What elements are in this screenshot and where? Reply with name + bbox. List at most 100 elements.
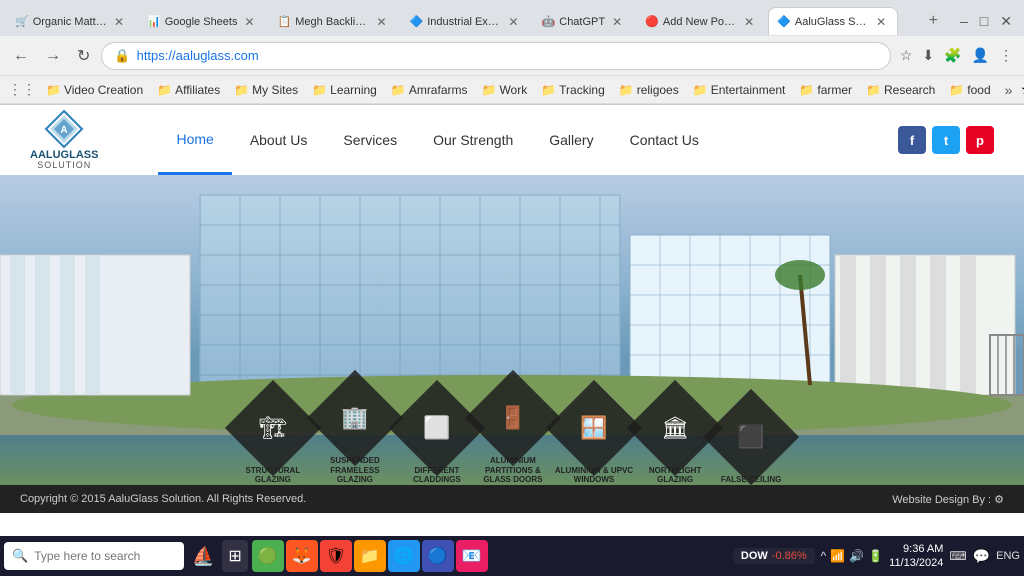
bookmark-entertainment[interactable]: 📁Entertainment [687,81,792,99]
downloads-button[interactable]: ⬇ [919,44,937,67]
social-icons: f t p [898,126,994,154]
tab-1[interactable]: 🛒 Organic Mattre… ✕ [6,7,136,35]
nav-about-us[interactable]: About Us [232,105,326,175]
tab-5[interactable]: 🤖 ChatGPT ✕ [533,7,635,35]
footer-copyright: Copyright © 2015 AaluGlass Solution. All… [20,493,306,505]
bookmarks-more-button[interactable]: » [1001,82,1017,98]
tab-close-5[interactable]: ✕ [609,14,625,30]
taskbar-time: 9:36 AM 11/13/2024 [889,542,943,571]
bookmark-food[interactable]: 📁food [943,81,996,99]
service-item-2[interactable]: ⬜DIFFERENT CLADDINGS [403,394,471,485]
bookmark-my-sites[interactable]: 📁My Sites [228,81,304,99]
bookmark-star-button[interactable]: ☆ [897,44,916,67]
nav-home[interactable]: Home [158,105,231,175]
bookmark-research[interactable]: 📁Research [860,81,941,99]
site-navigation: A AALUGLASS SOLUTION HomeAbout UsService… [0,105,1024,175]
bookmark-tracking[interactable]: 📁Tracking [535,81,611,99]
service-icon-5: 🏛 [661,415,689,441]
hero-section: 🏗STRUCTURAL GLAZING🏢SUSPENDED FRAMELESS … [0,175,1024,485]
taskbar: 🔍 ⛵ ⊞ 🟢🦊🛡📁🌐🔵📧 DOW -0.86% ^ 📶 🔊 🔋 9:36 AM… [0,536,1024,576]
service-item-6[interactable]: ⬛FALSE CEILING [717,403,785,485]
site-logo[interactable]: A AALUGLASS SOLUTION [30,109,98,171]
tab-7[interactable]: 🔷 AaluGlass Solu… ✕ [768,7,898,35]
bookmark-video-creation[interactable]: 📁Video Creation [40,81,149,99]
tab-favicon-4: 🔷 [410,15,424,28]
service-item-0[interactable]: 🏗STRUCTURAL GLAZING [239,394,307,485]
tab-close-7[interactable]: ✕ [873,14,889,30]
taskbar-search: 🔍 [4,542,184,570]
tab-6[interactable]: 🔴 Add New Post -… ✕ [636,7,766,35]
window-controls: – □ ✕ [954,13,1018,30]
tab-2[interactable]: 📊 Google Sheets ✕ [138,7,267,35]
nav-services[interactable]: Services [325,105,415,175]
tab-title-6: Add New Post -… [663,16,737,28]
bookmark-work[interactable]: 📁Work [475,81,533,99]
service-item-1[interactable]: 🏢SUSPENDED FRAMELESS GLAZING [315,384,395,485]
tab-title-5: ChatGPT [559,16,605,28]
nav-contact-us[interactable]: Contact Us [612,105,717,175]
service-diamond-5[interactable]: 🏛 [627,380,723,476]
back-button[interactable]: ← [8,45,34,67]
bookmark-amrafarms[interactable]: 📁Amrafarms [385,81,474,99]
star-icon: ★ [1020,81,1024,98]
profile-button[interactable]: 👤 [969,44,992,67]
services-row: 🏗STRUCTURAL GLAZING🏢SUSPENDED FRAMELESS … [0,384,1024,485]
service-diamond-2[interactable]: ⬜ [389,380,485,476]
url-bar[interactable]: 🔒 https://aaluglass.com [101,42,890,70]
taskbar-view-button[interactable]: ⊞ [222,540,247,572]
up-arrow-icon[interactable]: ^ [821,549,827,563]
tab-favicon-1: 🛒 [15,15,29,28]
site-footer: Copyright © 2015 AaluGlass Solution. All… [0,485,1024,513]
service-icon-0: 🏗 [259,415,287,441]
bookmark-affiliates[interactable]: 📁Affiliates [151,81,226,99]
tab-favicon-3: 📋 [278,15,292,28]
new-tab-button[interactable]: + [923,12,944,30]
notification-icon[interactable]: 💬 [973,548,990,565]
tab-3[interactable]: 📋 Megh Backlinks… ✕ [269,7,399,35]
service-diamond-6[interactable]: ⬛ [703,389,799,485]
pinterest-icon[interactable]: p [966,126,994,154]
forward-button[interactable]: → [40,45,66,67]
service-icon-4: 🪟 [580,415,607,441]
refresh-button[interactable]: ↻ [72,44,95,68]
bookmark-religoes[interactable]: 📁religoes [613,81,685,99]
tab-close-6[interactable]: ✕ [741,14,757,30]
tab-4[interactable]: 🔷 Industrial Expe… ✕ [401,7,531,35]
taskbar-app-5[interactable]: 🔵 [422,540,454,572]
service-item-4[interactable]: 🪟ALUMINIUM & UPVC WINDOWS [555,394,633,485]
tab-close-2[interactable]: ✕ [241,14,257,30]
keyboard-icon[interactable]: ⌨ [949,549,966,563]
tab-close-3[interactable]: ✕ [373,14,389,30]
taskbar-search-input[interactable] [34,549,154,563]
twitter-icon[interactable]: t [932,126,960,154]
service-diamond-3[interactable]: 🚪 [465,370,561,466]
bookmark-learning[interactable]: 📁Learning [306,81,383,99]
service-icon-3: 🚪 [499,405,526,431]
minimize-button[interactable]: – [954,13,974,29]
language-icon: ENG [996,550,1020,562]
tab-title-4: Industrial Expe… [427,16,501,28]
battery-icon: 🔋 [868,549,883,563]
service-item-5[interactable]: 🏛NORTHLIGHT GLAZING [641,394,709,485]
taskbar-app-1[interactable]: 🦊 [286,540,318,572]
maximize-button[interactable]: □ [974,13,994,29]
nav-gallery[interactable]: Gallery [531,105,611,175]
taskbar-app-6[interactable]: 📧 [456,540,488,572]
facebook-icon[interactable]: f [898,126,926,154]
menu-button[interactable]: ⋮ [996,44,1016,67]
taskbar-app-4[interactable]: 🌐 [388,540,420,572]
close-button[interactable]: ✕ [994,13,1018,30]
extensions-button[interactable]: 🧩 [941,44,964,67]
taskbar-app-2[interactable]: 🛡 [320,540,352,572]
taskbar-app-3[interactable]: 📁 [354,540,386,572]
tab-title-7: AaluGlass Solu… [795,16,869,28]
nav-our-strength[interactable]: Our Strength [415,105,531,175]
service-diamond-1[interactable]: 🏢 [307,370,403,466]
tab-close-4[interactable]: ✕ [505,14,521,30]
speaker-icon: 🔊 [849,549,864,563]
tab-close-1[interactable]: ✕ [111,14,127,30]
taskbar-app-0[interactable]: 🟢 [252,540,284,572]
service-item-3[interactable]: 🚪ALUMINIUM PARTITIONS & GLASS DOORS [479,384,547,485]
service-diamond-0[interactable]: 🏗 [225,380,321,476]
bookmark-farmer[interactable]: 📁farmer [793,81,858,99]
